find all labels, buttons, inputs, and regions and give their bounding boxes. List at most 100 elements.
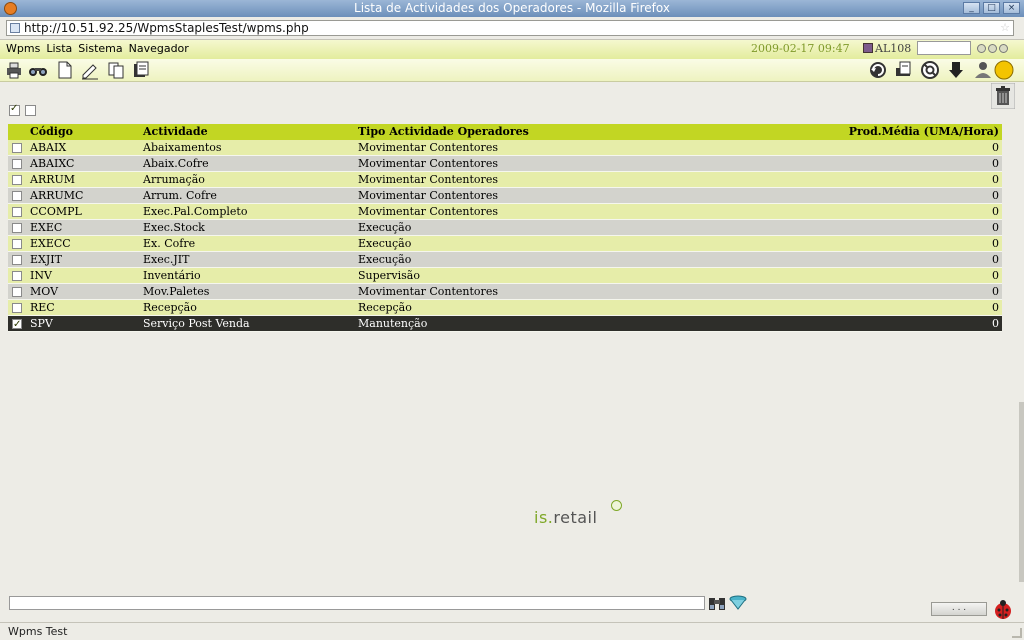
logout-icon[interactable] (946, 60, 966, 80)
side-scroll-strip[interactable] (1019, 402, 1024, 582)
select-all-checkbox[interactable] (9, 103, 20, 116)
bookmark-star-icon[interactable]: ☆ (1000, 21, 1010, 35)
isretail-logo: is.retail (534, 508, 597, 527)
print-report-icon[interactable] (894, 60, 914, 80)
find-binoculars-icon[interactable] (708, 594, 726, 612)
column-header-actividade[interactable]: Actividade (143, 124, 208, 140)
copy-icon[interactable] (106, 60, 126, 80)
select-none-checkbox[interactable] (25, 105, 36, 116)
cell-codigo: EXEC (30, 221, 63, 234)
url-input[interactable]: http://10.51.92.25/WpmsStaplesTest/wpms.… (6, 20, 1014, 36)
cell-codigo: EXJIT (30, 253, 62, 266)
table-row[interactable]: REC Recepção Recepção 0 (8, 300, 1002, 316)
table-row[interactable]: ABAIX Abaixamentos Movimentar Contentores 0 (8, 140, 1002, 156)
row-checkbox[interactable] (12, 303, 22, 313)
refresh-icon[interactable] (868, 60, 888, 80)
cell-tipo: Execução (358, 253, 412, 266)
row-checkbox[interactable] (12, 143, 22, 153)
cell-prod: 0 (992, 237, 999, 250)
column-header-prod[interactable]: Prod.Média (UMA/Hora) (849, 124, 999, 140)
close-button[interactable]: × (1003, 2, 1020, 14)
status-dot-2-icon[interactable] (988, 44, 997, 53)
table-row[interactable]: MOV Mov.Paletes Movimentar Contentores 0 (8, 284, 1002, 300)
row-checkbox[interactable] (12, 239, 22, 249)
menu-item-lista[interactable]: Lista (46, 41, 72, 57)
row-checkbox[interactable] (12, 255, 22, 265)
cell-prod: 0 (992, 221, 999, 234)
row-checkbox[interactable] (12, 317, 22, 333)
cell-codigo: ARRUM (30, 173, 76, 186)
column-header-codigo[interactable]: Código (30, 124, 73, 140)
new-document-icon[interactable] (55, 60, 75, 80)
binoculars-icon[interactable] (28, 60, 48, 80)
status-text: Wpms Test (8, 625, 68, 638)
site-identity-icon[interactable] (10, 23, 20, 33)
print-icon[interactable] (4, 60, 24, 80)
activities-table: Código Actividade Tipo Actividade Operad… (8, 124, 1002, 333)
maximize-button[interactable]: □ (983, 2, 1000, 14)
table-row[interactable]: INV Inventário Supervisão 0 (8, 268, 1002, 284)
quick-search-input[interactable] (917, 41, 971, 55)
print-list-icon[interactable] (131, 60, 151, 80)
row-checkbox[interactable] (12, 191, 22, 201)
table-row[interactable]: ARRUMC Arrum. Cofre Movimentar Contentores… (8, 188, 1002, 204)
cell-tipo: Recepção (358, 301, 412, 314)
cell-actividade: Exec.JIT (143, 253, 190, 266)
table-row[interactable]: CCOMPL Exec.Pal.Completo Movimentar Conten… (8, 204, 1002, 220)
row-checkbox[interactable] (12, 159, 22, 169)
user-code: AL108 (875, 42, 912, 55)
cell-codigo: ABAIX (30, 141, 67, 154)
cell-codigo: ARRUMC (30, 189, 84, 202)
table-row[interactable]: ARRUM Arrumação Movimentar Contentores 0 (8, 172, 1002, 188)
menu-item-navegador[interactable]: Navegador (129, 41, 189, 57)
toolbar (0, 59, 1024, 82)
menu-item-wpms[interactable]: Wpms (6, 41, 40, 57)
column-header-tipo[interactable]: Tipo Actividade Operadores (358, 124, 529, 140)
cell-tipo: Execução (358, 221, 412, 234)
bug-report-icon[interactable] (991, 598, 1015, 620)
cell-tipo: Movimentar Contentores (358, 189, 498, 202)
status-dot-1-icon[interactable] (977, 44, 986, 53)
help-lifebuoy-icon[interactable] (920, 60, 940, 80)
status-bar: Wpms Test (0, 622, 1024, 640)
window-controls: _ □ × (963, 2, 1020, 14)
minimize-button[interactable]: _ (963, 2, 980, 14)
browser-url-bar: http://10.51.92.25/WpmsStaplesTest/wpms.… (0, 17, 1024, 40)
table-row[interactable]: EXJIT Exec.JIT Execução 0 (8, 252, 1002, 268)
cell-prod: 0 (992, 269, 999, 282)
row-checkbox[interactable] (12, 271, 22, 281)
cell-codigo: REC (30, 301, 55, 314)
cell-codigo: INV (30, 269, 52, 282)
window-titlebar: Lista de Actividades dos Operadores - Mo… (0, 0, 1024, 17)
user-settings-icon[interactable] (972, 60, 992, 80)
row-checkbox[interactable] (12, 207, 22, 217)
cell-actividade: Abaix.Cofre (143, 157, 209, 170)
table-row[interactable]: EXECC Ex. Cofre Execução 0 (8, 236, 1002, 252)
row-checkbox[interactable] (12, 287, 22, 297)
cell-codigo: SPV (30, 317, 53, 330)
cell-prod: 0 (992, 205, 999, 218)
status-dot-3-icon[interactable] (999, 44, 1008, 53)
status-dots (977, 44, 1008, 53)
table-row[interactable]: EXEC Exec.Stock Execução 0 (8, 220, 1002, 236)
user-icon (863, 43, 873, 53)
command-input[interactable] (9, 596, 705, 610)
status-light-icon[interactable] (994, 60, 1014, 80)
menu-item-sistema[interactable]: Sistema (78, 41, 122, 57)
edit-icon[interactable] (80, 60, 100, 80)
cell-tipo: Supervisão (358, 269, 420, 282)
row-checkbox[interactable] (12, 175, 22, 185)
filter-icon[interactable] (729, 594, 747, 612)
cell-tipo: Movimentar Contentores (358, 285, 498, 298)
trash-icon[interactable] (990, 82, 1016, 110)
cell-codigo: EXECC (30, 237, 71, 250)
url-text: http://10.51.92.25/WpmsStaplesTest/wpms.… (24, 21, 309, 35)
table-row[interactable]: ABAIXC Abaix.Cofre Movimentar Contentores 0 (8, 156, 1002, 172)
cell-prod: 0 (992, 141, 999, 154)
row-checkbox[interactable] (12, 223, 22, 233)
cell-tipo: Movimentar Contentores (358, 141, 498, 154)
table-row[interactable]: SPV Serviço Post Venda Manutenção 0 (8, 316, 1002, 333)
main-menu: Wpms Lista Sistema Navegador (6, 41, 189, 57)
more-button[interactable]: . . . (931, 602, 987, 616)
resize-grip-icon[interactable] (1012, 628, 1022, 638)
